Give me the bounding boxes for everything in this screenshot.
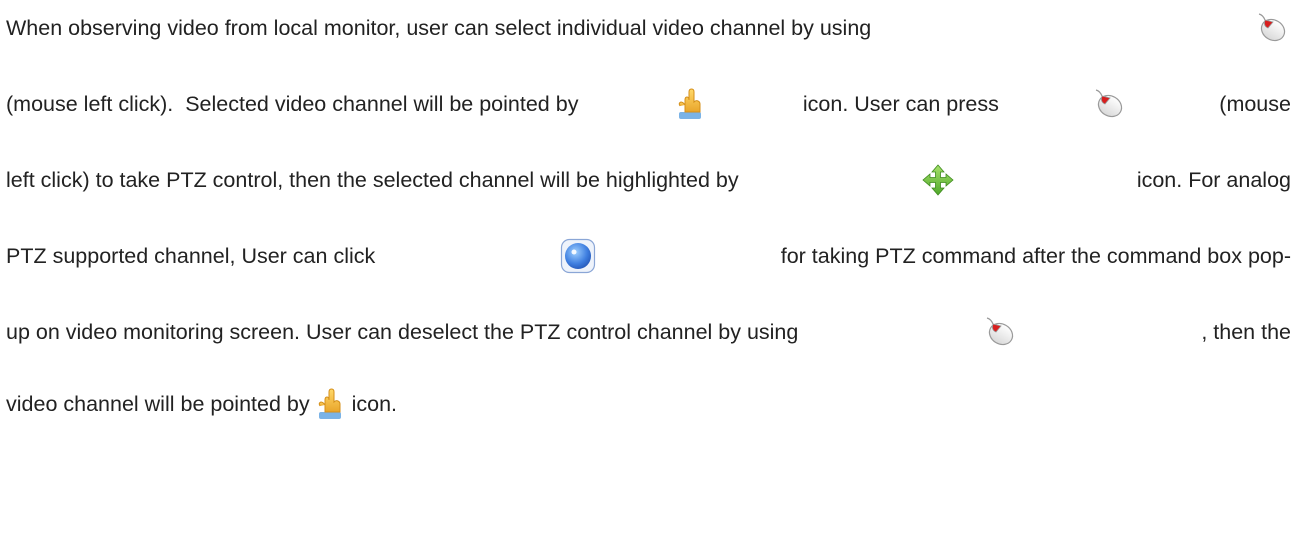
line-2-text-a: (mouse left click). Selected video chann… (6, 92, 579, 116)
line-6-text-a: video channel will be pointed by (6, 392, 310, 416)
line-4-text-a: PTZ supported channel, User can click (6, 244, 376, 268)
paragraph-line-3: left click) to take PTZ control, then th… (6, 160, 1291, 200)
mouse-left-click-icon (983, 316, 1017, 348)
line-2-text-c: (mouse (1219, 92, 1291, 116)
pointing-hand-icon (676, 88, 706, 120)
paragraph-line-4: PTZ supported channel, User can click fo… (6, 236, 1291, 276)
line-4-text-b: for taking PTZ command after the command… (780, 244, 1291, 268)
move-arrows-icon (922, 164, 954, 196)
ptz-command-icon (560, 238, 596, 274)
line-6-text-b: icon. (351, 392, 398, 416)
pointing-hand-icon (316, 388, 346, 420)
paragraph-line-6: video channel will be pointed by icon. (6, 384, 397, 424)
line-5-text-b: , then the (1201, 320, 1291, 344)
paragraph-line-5: up on video monitoring screen. User can … (6, 312, 1291, 352)
line-1-text: When observing video from local monitor,… (6, 16, 872, 40)
line-5-text-a: up on video monitoring screen. User can … (6, 320, 799, 344)
line-3-text-b: icon. For analog (1136, 168, 1291, 192)
line-2-text-b: icon. User can press (802, 92, 999, 116)
mouse-left-click-icon (1092, 88, 1126, 120)
mouse-left-click-icon (1255, 12, 1289, 44)
paragraph-line-2: (mouse left click). Selected video chann… (6, 84, 1291, 124)
paragraph-line-1: When observing video from local monitor,… (6, 8, 1291, 48)
line-3-text-a: left click) to take PTZ control, then th… (6, 168, 739, 192)
